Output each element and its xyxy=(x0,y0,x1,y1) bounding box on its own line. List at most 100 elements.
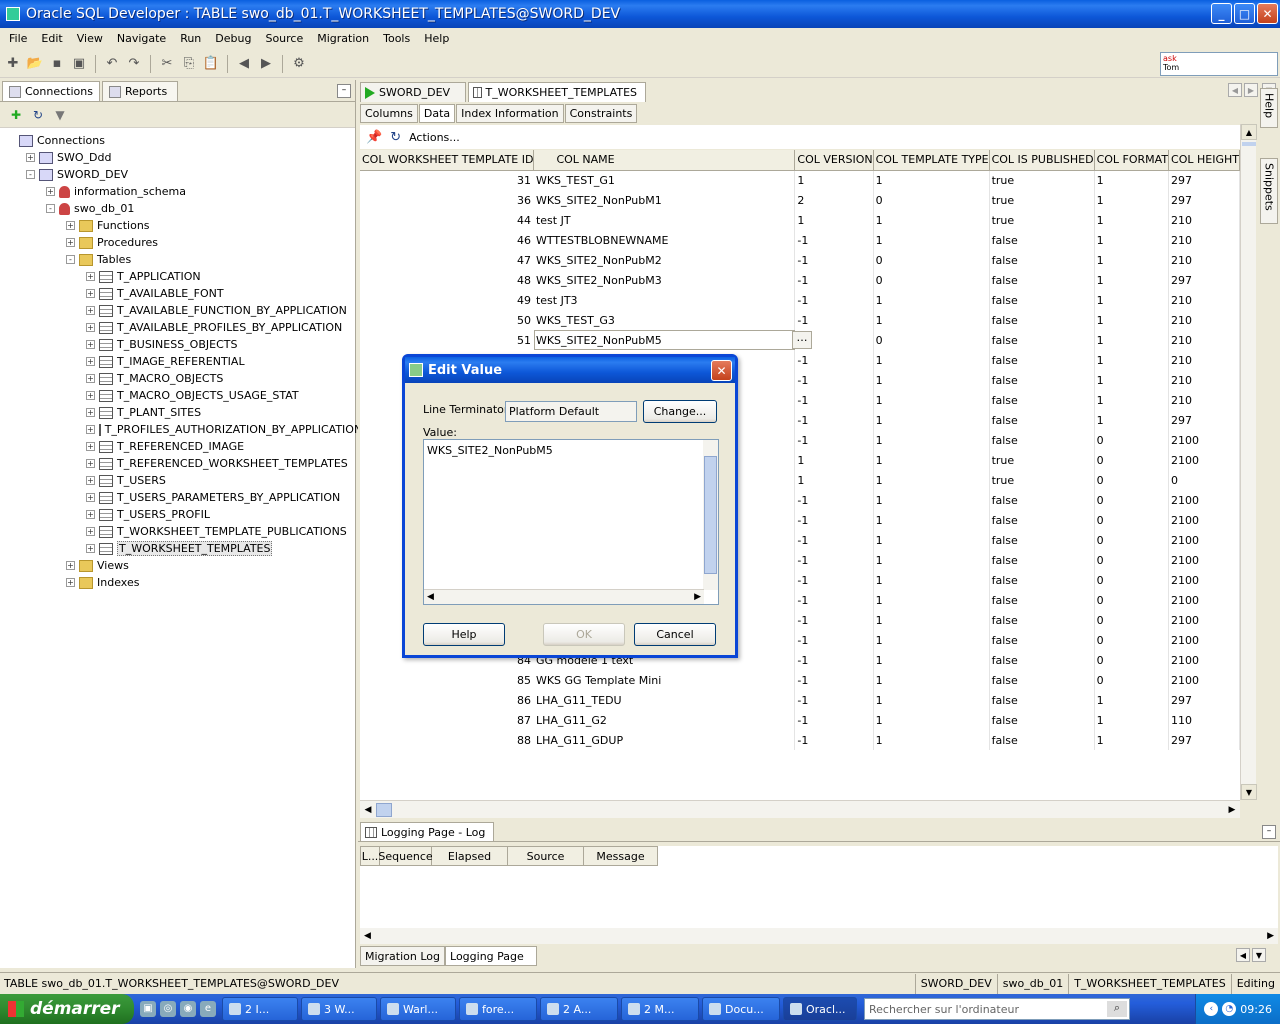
table-cell[interactable]: 297 xyxy=(1168,730,1240,750)
table-cell[interactable]: 110 xyxy=(1168,710,1240,730)
table-cell[interactable]: 1 xyxy=(1094,230,1170,250)
table-row[interactable]: 46 WTTESTBLOBNEWNAME -1 1 false 1 210 xyxy=(360,230,1240,250)
snippets-dock-tab[interactable]: Snippets xyxy=(1260,158,1278,224)
table-cell[interactable]: 1 xyxy=(794,470,874,490)
log-minimize-button[interactable]: – xyxy=(1262,825,1276,839)
tree-node[interactable]: + T_WORKSHEET_TEMPLATE_PUBLICATIONS xyxy=(0,523,355,540)
table-cell[interactable]: 0 xyxy=(1094,490,1170,510)
table-cell[interactable]: -1 xyxy=(794,730,874,750)
table-cell[interactable]: 2100 xyxy=(1168,430,1240,450)
table-cell[interactable]: 46 xyxy=(360,230,534,250)
sql-worksheet-icon[interactable]: ⚙ xyxy=(290,55,308,73)
column-header[interactable]: COL VERSION xyxy=(794,150,874,171)
table-cell[interactable]: 0 xyxy=(873,330,990,350)
tree-node[interactable]: + T_WORKSHEET_TEMPLATES xyxy=(0,540,355,557)
table-cell[interactable]: 44 xyxy=(360,210,534,230)
tree-node[interactable]: + T_IMAGE_REFERENTIAL xyxy=(0,353,355,370)
task-button[interactable]: 2 I... xyxy=(222,997,298,1021)
table-cell[interactable]: 2 xyxy=(794,190,874,210)
table-cell[interactable]: false xyxy=(989,330,1095,350)
table-cell[interactable]: false xyxy=(989,690,1095,710)
tab-reports[interactable]: Reports xyxy=(101,81,178,101)
expand-icon[interactable]: + xyxy=(86,476,95,485)
table-cell[interactable]: 2100 xyxy=(1168,590,1240,610)
menu-run[interactable]: Run xyxy=(173,32,208,45)
paste-icon[interactable]: 📋 xyxy=(202,55,220,73)
table-cell[interactable]: 1 xyxy=(873,670,990,690)
table-cell[interactable]: WKS_SITE2_NonPubM3 xyxy=(533,270,796,290)
table-cell[interactable]: 1 xyxy=(873,690,990,710)
expand-icon[interactable]: + xyxy=(86,493,95,502)
table-cell[interactable]: 1 xyxy=(873,530,990,550)
table-cell[interactable]: 31 xyxy=(360,170,534,190)
save-icon[interactable]: ▪ xyxy=(48,55,66,73)
table-cell[interactable]: false xyxy=(989,710,1095,730)
table-cell[interactable]: 49 xyxy=(360,290,534,310)
table-cell[interactable]: -1 xyxy=(794,690,874,710)
table-cell[interactable]: 0 xyxy=(1094,530,1170,550)
table-cell[interactable]: 210 xyxy=(1168,210,1240,230)
table-cell[interactable]: -1 xyxy=(794,650,874,670)
table-cell[interactable]: true xyxy=(989,450,1095,470)
table-cell[interactable]: 1 xyxy=(873,470,990,490)
value-scroll-left-icon[interactable]: ◀ xyxy=(427,592,434,602)
cell-edit-ellipsis-button[interactable]: … xyxy=(792,331,812,349)
grid-vertical-scrollbar[interactable]: ▲ ▼ xyxy=(1240,124,1257,800)
table-cell[interactable]: 210 xyxy=(1168,390,1240,410)
redo-icon[interactable]: ↷ xyxy=(125,55,143,73)
table-cell[interactable]: 1 xyxy=(873,730,990,750)
table-cell[interactable]: 1 xyxy=(873,230,990,250)
table-cell[interactable]: -1 xyxy=(794,510,874,530)
table-cell[interactable]: 210 xyxy=(1168,330,1240,350)
table-cell[interactable]: false xyxy=(989,290,1095,310)
log-tab-next-icon[interactable]: ▼ xyxy=(1252,948,1266,962)
table-cell[interactable]: true xyxy=(989,210,1095,230)
table-cell[interactable]: 1 xyxy=(873,630,990,650)
table-cell[interactable]: 87 xyxy=(360,710,534,730)
ok-button[interactable]: OK xyxy=(543,623,625,646)
expand-icon[interactable]: + xyxy=(86,391,95,400)
task-button[interactable]: Warl... xyxy=(380,997,456,1021)
table-cell[interactable]: false xyxy=(989,630,1095,650)
tray-icon[interactable]: ◔ xyxy=(1222,1002,1237,1016)
expand-icon[interactable]: + xyxy=(86,289,95,298)
table-cell[interactable]: 0 xyxy=(1094,430,1170,450)
table-cell[interactable]: 297 xyxy=(1168,270,1240,290)
tab-t-worksheet-templates[interactable]: T_WORKSHEET_TEMPLATES xyxy=(468,82,646,102)
table-cell[interactable]: 47 xyxy=(360,250,534,270)
table-row[interactable]: 87 LHA_G11_G2 -1 1 false 1 110 xyxy=(360,710,1240,730)
table-cell[interactable]: 210 xyxy=(1168,290,1240,310)
table-cell[interactable]: 1 xyxy=(873,410,990,430)
value-scroll-thumb[interactable] xyxy=(704,456,717,574)
grid-horizontal-scrollbar[interactable]: ◀ ▶ xyxy=(360,800,1240,818)
table-cell[interactable]: LHA_G11_TEDU xyxy=(533,690,796,710)
column-header[interactable]: COL NAME xyxy=(533,150,796,171)
table-row[interactable]: 50 WKS_TEST_G3 -1 1 false 1 210 xyxy=(360,310,1240,330)
log-col-source[interactable]: Source xyxy=(508,846,584,866)
scroll-up-icon[interactable]: ▲ xyxy=(1241,124,1257,140)
table-cell[interactable]: -1 xyxy=(794,430,874,450)
table-cell[interactable]: 0 xyxy=(1094,630,1170,650)
open-icon[interactable]: 📂 xyxy=(26,55,44,73)
desktop-search-input[interactable]: Rechercher sur l'ordinateur ⌕ xyxy=(864,998,1130,1020)
expand-icon[interactable]: + xyxy=(86,459,95,468)
table-cell[interactable]: 1 xyxy=(1094,170,1170,190)
table-cell[interactable]: 2100 xyxy=(1168,510,1240,530)
cut-icon[interactable]: ✂ xyxy=(158,55,176,73)
table-cell[interactable]: 2100 xyxy=(1168,450,1240,470)
scroll-thumb[interactable] xyxy=(1242,142,1256,146)
table-cell[interactable]: 1 xyxy=(1094,190,1170,210)
table-cell[interactable]: false xyxy=(989,250,1095,270)
task-button-active[interactable]: Oracl... xyxy=(783,997,857,1021)
log-col-level[interactable]: L... xyxy=(360,846,380,866)
tree-node[interactable]: + T_AVAILABLE_FONT xyxy=(0,285,355,302)
table-cell[interactable]: 1 xyxy=(873,590,990,610)
table-cell[interactable]: test JT xyxy=(533,210,796,230)
table-cell[interactable]: -1 xyxy=(794,530,874,550)
task-button[interactable]: Docu... xyxy=(702,997,780,1021)
expand-icon[interactable]: + xyxy=(86,340,95,349)
table-cell[interactable]: -1 xyxy=(794,250,874,270)
table-row[interactable]: 36 WKS_SITE2_NonPubM1 2 0 true 1 297 xyxy=(360,190,1240,210)
table-cell[interactable]: 1 xyxy=(873,290,990,310)
log-col-sequence[interactable]: Sequence xyxy=(378,846,433,866)
